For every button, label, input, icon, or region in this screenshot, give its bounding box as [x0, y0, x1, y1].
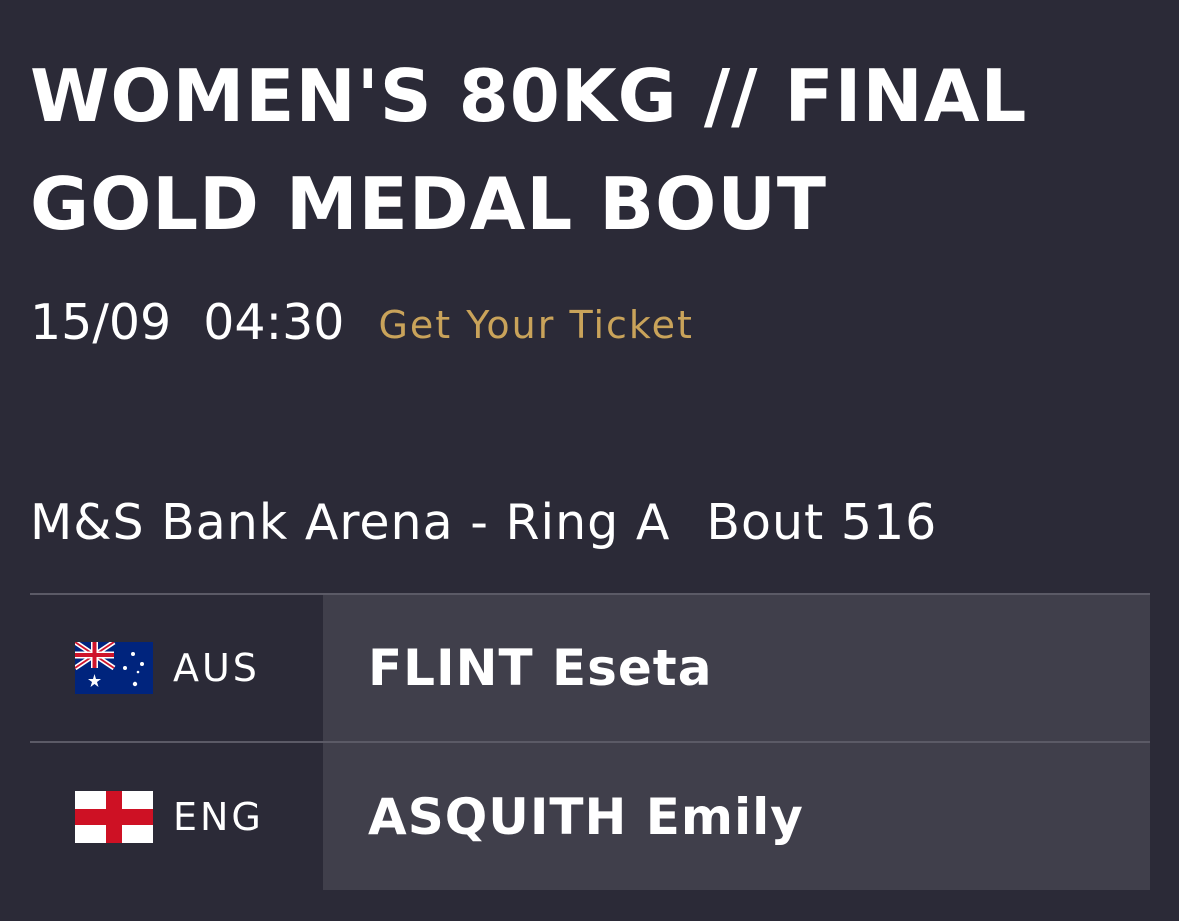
country-code: AUS — [173, 646, 260, 690]
venue-row: M&S Bank Arena - Ring A Bout 516 — [30, 490, 937, 554]
australia-flag-icon — [75, 642, 153, 694]
england-flag-icon — [75, 790, 153, 843]
bout-title-line-1: WOMEN'S 80KG // FINAL — [30, 54, 1028, 138]
country-cell: ENG — [30, 743, 323, 890]
country-code: ENG — [173, 794, 264, 839]
venue-name: M&S Bank Arena - Ring A — [30, 493, 671, 551]
bout-title: WOMEN'S 80KG // FINAL GOLD MEDAL BOUT — [30, 42, 1160, 258]
schedule-row: 15/09 04:30 Get Your Ticket — [30, 290, 694, 354]
get-ticket-link[interactable]: Get Your Ticket — [378, 297, 693, 347]
bout-date: 15/09 — [30, 293, 172, 351]
competitors-table: AUS FLINT Eseta ENG ASQUITH Emily — [30, 593, 1150, 890]
bout-time: 04:30 — [203, 293, 345, 351]
bout-title-line-2: GOLD MEDAL BOUT — [30, 162, 827, 246]
competitor-row[interactable]: AUS FLINT Eseta — [30, 593, 1150, 741]
competitor-name[interactable]: FLINT Eseta — [323, 595, 1150, 741]
competitor-row[interactable]: ENG ASQUITH Emily — [30, 741, 1150, 890]
bout-number: Bout 516 — [706, 493, 938, 551]
country-cell: AUS — [30, 595, 323, 741]
competitor-name[interactable]: ASQUITH Emily — [323, 743, 1150, 890]
